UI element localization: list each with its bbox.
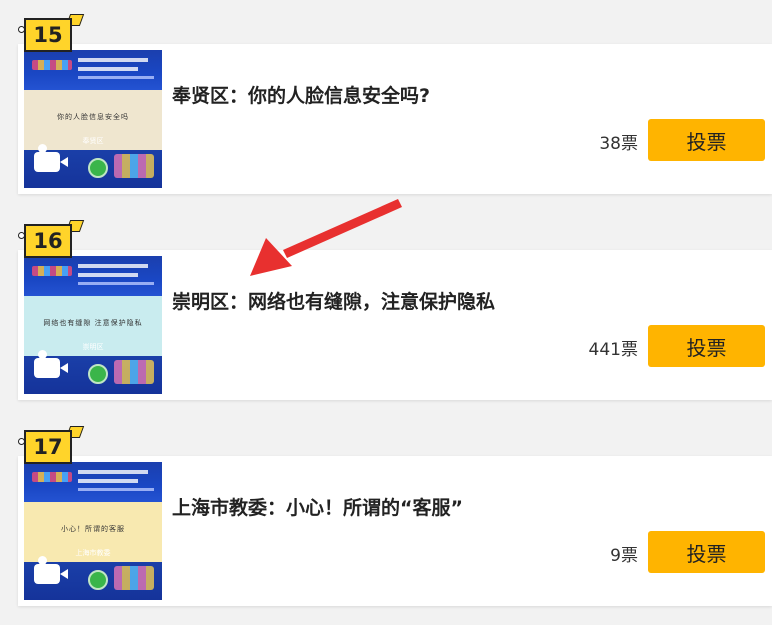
annotation-arrow (250, 199, 402, 276)
